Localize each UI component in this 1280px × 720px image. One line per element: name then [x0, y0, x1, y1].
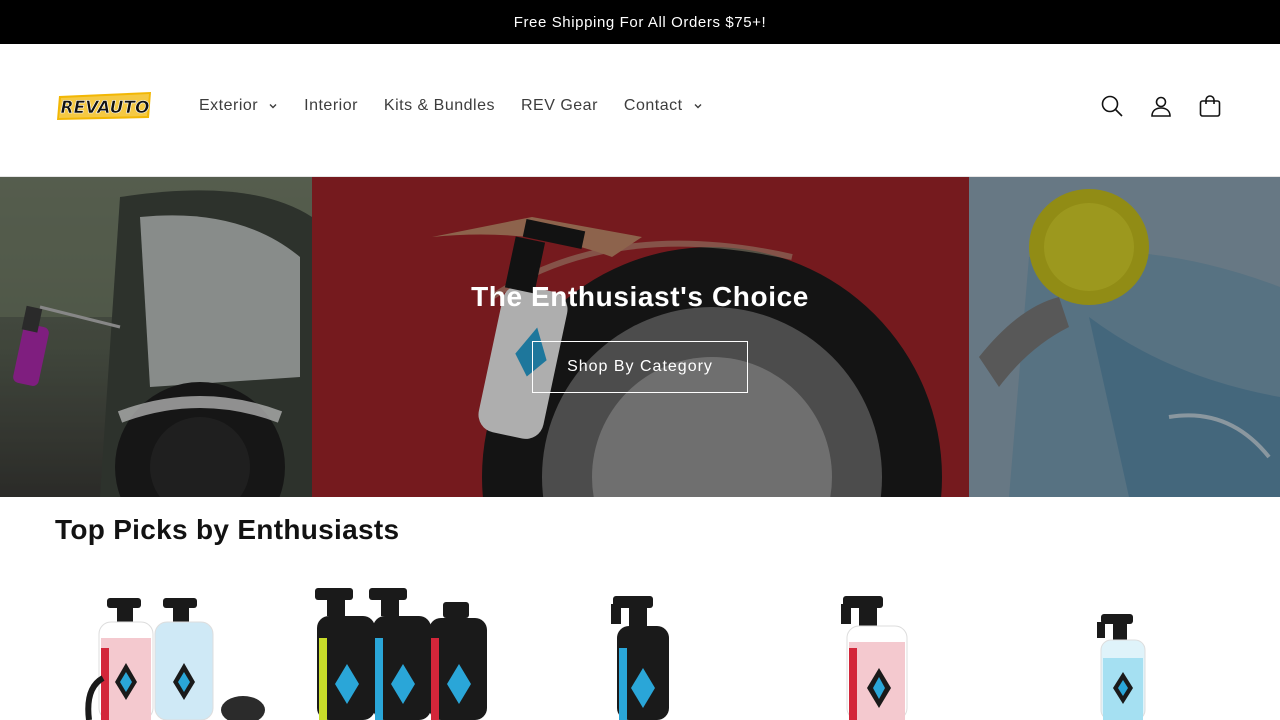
single-spray-bottle-red [841, 596, 908, 720]
revauto-logo-icon: REVAUTO [57, 92, 151, 120]
product-card[interactable] [529, 578, 751, 720]
shop-by-category-button[interactable]: Shop By Category [532, 341, 748, 393]
hero-banner: The Enthusiast's Choice Shop By Category [0, 177, 1280, 497]
three-bottle-bundle [315, 588, 487, 720]
nav-item-label: Contact [623, 97, 683, 114]
main-nav: Exterior Interior Kits & Bundles REV Gea… [186, 88, 716, 124]
single-spray-bottle-blue [611, 596, 669, 720]
search-button[interactable] [1094, 88, 1130, 124]
nav-item-kits-bundles[interactable]: Kits & Bundles [371, 88, 508, 124]
chevron-down-icon [694, 104, 702, 109]
section-title: Top Picks by Enthusiasts [55, 514, 400, 545]
product-grid [55, 578, 1225, 720]
nav-item-label: REV Gear [520, 97, 598, 114]
chevron-down-icon [269, 104, 277, 109]
product-card[interactable] [1005, 578, 1227, 720]
hero-title: The Enthusiast's Choice [471, 281, 809, 312]
nav-item-label: Interior [304, 97, 358, 114]
cart-button[interactable] [1192, 88, 1228, 124]
announcement-bar: Free Shipping For All Orders $75+! [0, 0, 1280, 44]
brand-logo[interactable]: REVAUTO [55, 88, 155, 124]
header-actions [1094, 86, 1228, 126]
nav-item-exterior[interactable]: Exterior [186, 88, 291, 124]
hero-overlay [0, 177, 1280, 497]
cart-icon [1199, 95, 1221, 117]
product-card[interactable] [767, 578, 989, 720]
site-header: REVAUTO Exterior Interior Kits & Bundles… [0, 44, 1280, 177]
search-icon [1101, 95, 1123, 117]
product-card[interactable] [303, 578, 525, 720]
nav-item-contact[interactable]: Contact [611, 88, 716, 124]
account-button[interactable] [1143, 88, 1179, 124]
account-icon [1151, 96, 1171, 117]
announcement-text: Free Shipping For All Orders $75+! [513, 13, 767, 31]
two-spray-bottles-kit [85, 598, 265, 720]
nav-item-rev-gear[interactable]: REV Gear [508, 88, 611, 124]
product-card[interactable] [55, 578, 277, 720]
nav-item-label: Kits & Bundles [383, 97, 495, 114]
nav-item-label: Exterior [199, 97, 259, 114]
small-spray-bottle-cyan [1097, 614, 1146, 720]
nav-item-interior[interactable]: Interior [291, 88, 371, 124]
svg-text:REVAUTO: REVAUTO [61, 98, 150, 118]
